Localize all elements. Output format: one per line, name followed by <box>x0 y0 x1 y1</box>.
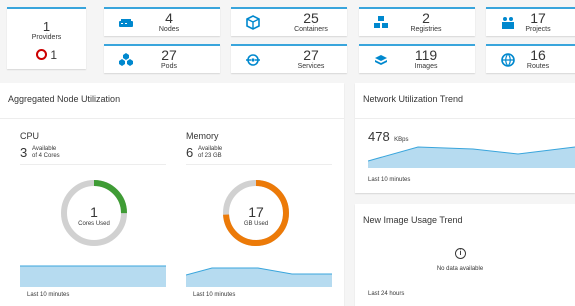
cpu-used-value: 1 <box>90 204 98 220</box>
registry-icon <box>374 16 388 28</box>
memory-available-num: 6 <box>186 145 194 160</box>
tile-label: Registries <box>410 26 442 33</box>
tile-value: 2 <box>422 10 430 26</box>
memory-used-value: 17 <box>248 204 264 220</box>
network-sparkline <box>368 146 575 168</box>
memory-used-label: GB Used <box>243 221 269 227</box>
containers-card[interactable]: 25 Containers <box>231 7 347 36</box>
cpu-available-num: 3 <box>20 145 28 160</box>
memory-footer: Last 10 minutes <box>193 292 236 298</box>
tile-value: 27 <box>303 47 319 63</box>
divider <box>186 164 332 165</box>
image-usage-card: New Image Usage Trend i No data availabl… <box>355 204 575 306</box>
tile-label: Routes <box>526 63 550 70</box>
cpu-footer: Last 10 minutes <box>27 292 70 298</box>
providers-error[interactable]: 1 <box>7 48 86 62</box>
providers-label: Providers <box>31 34 62 41</box>
cubes-icon <box>119 53 133 66</box>
panel-title: Aggregated Node Utilization <box>8 94 121 104</box>
divider <box>0 118 344 119</box>
routes-card[interactable]: 16 Routes <box>486 44 575 73</box>
pods-card[interactable]: 27 Pods <box>104 44 220 73</box>
service-icon <box>246 54 260 66</box>
panel-title: New Image Usage Trend <box>363 215 463 225</box>
providers-count: 1 <box>42 19 51 34</box>
tile-label: Nodes <box>158 26 180 33</box>
tile-label: Images <box>414 63 438 70</box>
network-trend-card: Network Utilization Trend 478 KBps Last … <box>355 83 575 193</box>
providers-card[interactable]: 1 Providers 1 <box>7 7 86 69</box>
tile-label: Projects <box>525 26 551 33</box>
info-icon: i <box>455 248 466 259</box>
cpu-sparkline <box>20 265 166 287</box>
tile-label: Services <box>297 63 325 70</box>
tile-label: Containers <box>294 26 328 33</box>
registries-card[interactable]: 2 Registries <box>359 7 475 36</box>
image-usage-footer: Last 24 hours <box>368 291 405 297</box>
memory-sparkline <box>186 267 332 287</box>
cpu-available-word: Available <box>32 146 57 152</box>
tile-value: 119 <box>414 47 438 63</box>
error-icon <box>35 49 47 61</box>
memory-available-word: Available <box>198 146 223 152</box>
memory-available-of: of 23 GB <box>198 153 222 159</box>
network-footer: Last 10 minutes <box>368 177 411 183</box>
tile-label: Pods <box>161 63 177 70</box>
images-card[interactable]: 119 Images <box>359 44 475 73</box>
tile-value: 4 <box>165 10 173 26</box>
nodes-card[interactable]: 4 Nodes <box>104 7 220 36</box>
services-card[interactable]: 27 Services <box>231 44 347 73</box>
image-icon <box>375 55 387 65</box>
divider <box>20 164 166 165</box>
cpu-available-of: of 4 Cores <box>32 153 60 159</box>
empty-state-text: No data available <box>436 266 484 272</box>
network-value-number: 478 <box>368 129 390 144</box>
panel-title: Network Utilization Trend <box>363 94 464 104</box>
providers-error-count: 1 <box>50 48 58 62</box>
tile-value: 16 <box>530 47 546 63</box>
cpu-title: CPU <box>20 131 40 141</box>
tile-value: 17 <box>530 10 546 26</box>
server-icon <box>119 19 133 27</box>
projects-card[interactable]: 17 Projects <box>486 7 575 36</box>
cpu-used-label: Cores Used <box>78 221 110 227</box>
memory-title: Memory <box>186 131 219 141</box>
node-utilization-card: Aggregated Node Utilization CPU 3 Availa… <box>0 83 344 306</box>
cube-icon <box>246 15 260 30</box>
divider <box>355 118 575 119</box>
tile-value: 27 <box>161 47 177 63</box>
tile-value: 25 <box>303 10 319 26</box>
